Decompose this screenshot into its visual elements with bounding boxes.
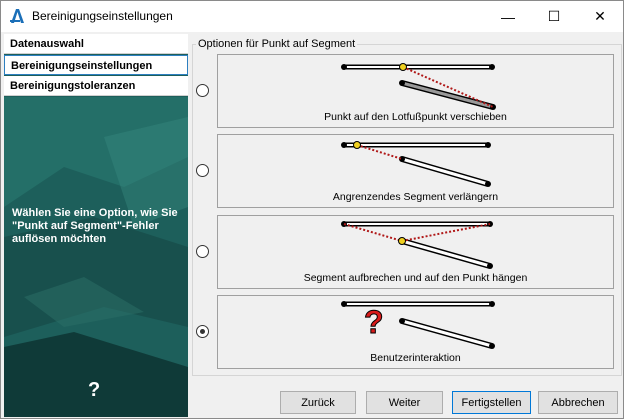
- sidebar-item-datenauswahl[interactable]: Datenauswahl: [4, 34, 188, 54]
- app-logo-icon: [10, 9, 24, 23]
- sidebar-background-art: [4, 97, 188, 417]
- option-caption-move-point: Punkt auf den Lotfußpunkt verschieben: [324, 111, 507, 123]
- option-panel-split-segment[interactable]: Segment aufbrechen und auf den Punkt hän…: [217, 215, 614, 289]
- title-bar: Bereinigungseinstellungen — ☐ ✕: [1, 1, 623, 32]
- options-group-label: Optionen für Punkt auf Segment: [196, 38, 358, 50]
- option-panel-move-point[interactable]: Punkt auf den Lotfußpunkt verschieben: [217, 54, 614, 128]
- window-title: Bereinigungseinstellungen: [32, 9, 173, 23]
- question-mark-icon: ?: [364, 304, 385, 341]
- option-caption-split-segment: Segment aufbrechen und auf den Punkt hän…: [303, 272, 528, 284]
- finish-button[interactable]: Fertigstellen: [452, 391, 531, 414]
- back-button[interactable]: Zurück: [280, 391, 356, 414]
- sidebar-item-bereinigungstoleranzen[interactable]: Bereinigungstoleranzen: [4, 76, 188, 96]
- cancel-button[interactable]: Abbrechen: [538, 391, 618, 414]
- option-radio-extend-segment[interactable]: [196, 164, 209, 177]
- wizard-sidebar: Datenauswahl Bereinigungseinstellungen B…: [4, 34, 188, 417]
- option-radio-split-segment[interactable]: [196, 245, 209, 258]
- maximize-button[interactable]: ☐: [531, 1, 577, 32]
- dialog-window: Bereinigungseinstellungen — ☐ ✕ Datenaus…: [0, 0, 624, 419]
- close-button[interactable]: ✕: [577, 1, 623, 32]
- help-icon[interactable]: ?: [88, 379, 100, 402]
- option-radio-move-point[interactable]: [196, 84, 209, 97]
- next-button[interactable]: Weiter: [366, 391, 443, 414]
- option-radio-user-interaction[interactable]: [196, 325, 209, 338]
- option-panel-extend-segment[interactable]: Angrenzendes Segment verlängern: [217, 134, 614, 208]
- option-panel-user-interaction[interactable]: ? Benutzerinteraktion: [217, 295, 614, 369]
- sidebar-item-bereinigungseinstellungen[interactable]: Bereinigungseinstellungen: [4, 55, 188, 75]
- sidebar-description: Wählen Sie eine Option, wie Sie "Punkt a…: [12, 207, 178, 245]
- option-caption-extend-segment: Angrenzendes Segment verlängern: [332, 191, 499, 203]
- minimize-button[interactable]: —: [485, 1, 531, 32]
- option-caption-user-interaction: Benutzerinteraktion: [370, 352, 461, 364]
